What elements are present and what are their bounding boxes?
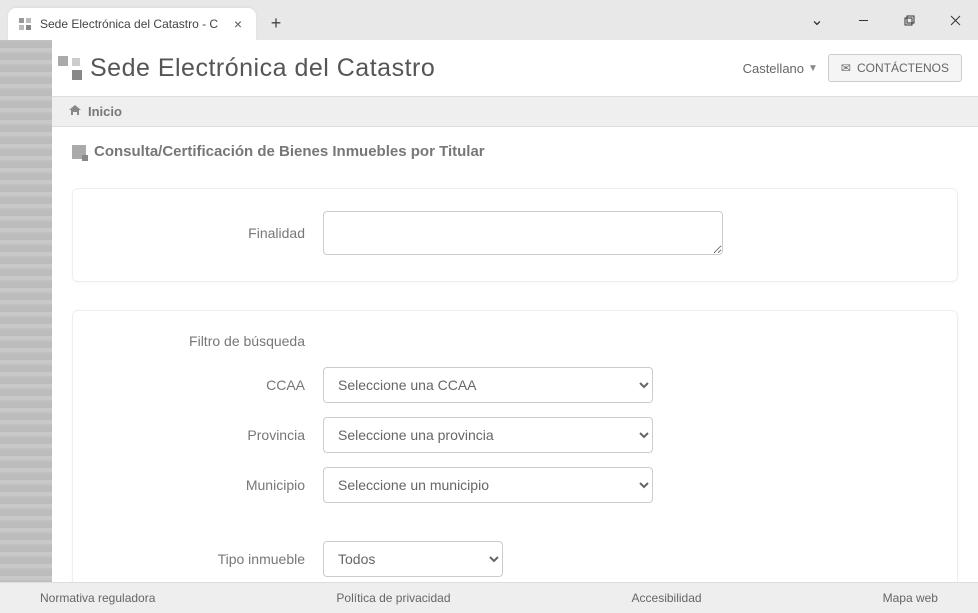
chevron-down-icon[interactable]: ⌄ (794, 0, 840, 40)
footer-link-privacidad[interactable]: Política de privacidad (336, 591, 450, 605)
language-select[interactable]: Castellano ▼ (743, 61, 818, 76)
window-controls: ⌄ (794, 0, 978, 40)
tipo-inmueble-select[interactable]: Todos (323, 541, 503, 577)
ccaa-select[interactable]: Seleccione una CCAA (323, 367, 653, 403)
footer-link-mapa[interactable]: Mapa web (883, 591, 938, 605)
envelope-icon: ✉ (841, 61, 851, 75)
municipio-row: Municipio Seleccione un municipio (93, 467, 937, 503)
page-body: Consulta/Certificación de Bienes Inmuebl… (52, 127, 978, 582)
new-tab-button[interactable]: + (262, 9, 290, 37)
tab-title: Sede Electrónica del Catastro - C (40, 17, 222, 31)
provincia-select[interactable]: Seleccione una provincia (323, 417, 653, 453)
provincia-label: Provincia (93, 427, 323, 443)
tipo-inmueble-row: Tipo inmueble Todos (93, 541, 937, 577)
maximize-button[interactable] (886, 0, 932, 40)
page-heading: Consulta/Certificación de Bienes Inmuebl… (72, 143, 958, 160)
logo-group: Sede Electrónica del Catastro (58, 54, 435, 83)
site-title: Sede Electrónica del Catastro (90, 54, 435, 83)
favicon-icon (18, 17, 32, 31)
footer-link-accesibilidad[interactable]: Accesibilidad (632, 591, 702, 605)
municipio-label: Municipio (93, 477, 323, 493)
caret-down-icon: ▼ (808, 63, 818, 74)
breadcrumb: Inicio (52, 96, 978, 127)
finalidad-panel: Finalidad (72, 188, 958, 282)
browser-tab[interactable]: Sede Electrónica del Catastro - C × (8, 8, 256, 40)
page-heading-icon (72, 145, 86, 159)
minimize-button[interactable] (840, 0, 886, 40)
finalidad-input[interactable] (323, 211, 723, 255)
filtro-panel: Filtro de búsqueda CCAA Seleccione una C… (72, 310, 958, 582)
browser-chrome: Sede Electrónica del Catastro - C × + ⌄ (0, 0, 978, 40)
filtro-section-label: Filtro de búsqueda (93, 333, 323, 349)
ccaa-label: CCAA (93, 377, 323, 393)
language-label: Castellano (743, 61, 804, 76)
finalidad-row: Finalidad (93, 211, 937, 255)
home-icon (68, 103, 82, 120)
tipo-inmueble-label: Tipo inmueble (93, 551, 323, 567)
footer: Normativa reguladora Política de privaci… (0, 582, 978, 613)
contact-button[interactable]: ✉ CONTÁCTENOS (828, 54, 962, 82)
page: Sede Electrónica del Catastro Castellano… (0, 40, 978, 582)
left-sidebar-image (0, 40, 52, 582)
provincia-row: Provincia Seleccione una provincia (93, 417, 937, 453)
logo-icon (58, 56, 82, 80)
municipio-select[interactable]: Seleccione un municipio (323, 467, 653, 503)
breadcrumb-home[interactable]: Inicio (88, 104, 122, 119)
footer-link-normativa[interactable]: Normativa reguladora (40, 591, 155, 605)
finalidad-label: Finalidad (93, 225, 323, 241)
site-header: Sede Electrónica del Catastro Castellano… (52, 40, 978, 96)
close-window-button[interactable] (932, 0, 978, 40)
close-icon[interactable]: × (230, 16, 246, 32)
ccaa-row: CCAA Seleccione una CCAA (93, 367, 937, 403)
content: Sede Electrónica del Catastro Castellano… (52, 40, 978, 582)
page-title: Consulta/Certificación de Bienes Inmuebl… (94, 143, 485, 160)
header-right: Castellano ▼ ✉ CONTÁCTENOS (743, 54, 962, 82)
contact-label: CONTÁCTENOS (857, 61, 949, 75)
